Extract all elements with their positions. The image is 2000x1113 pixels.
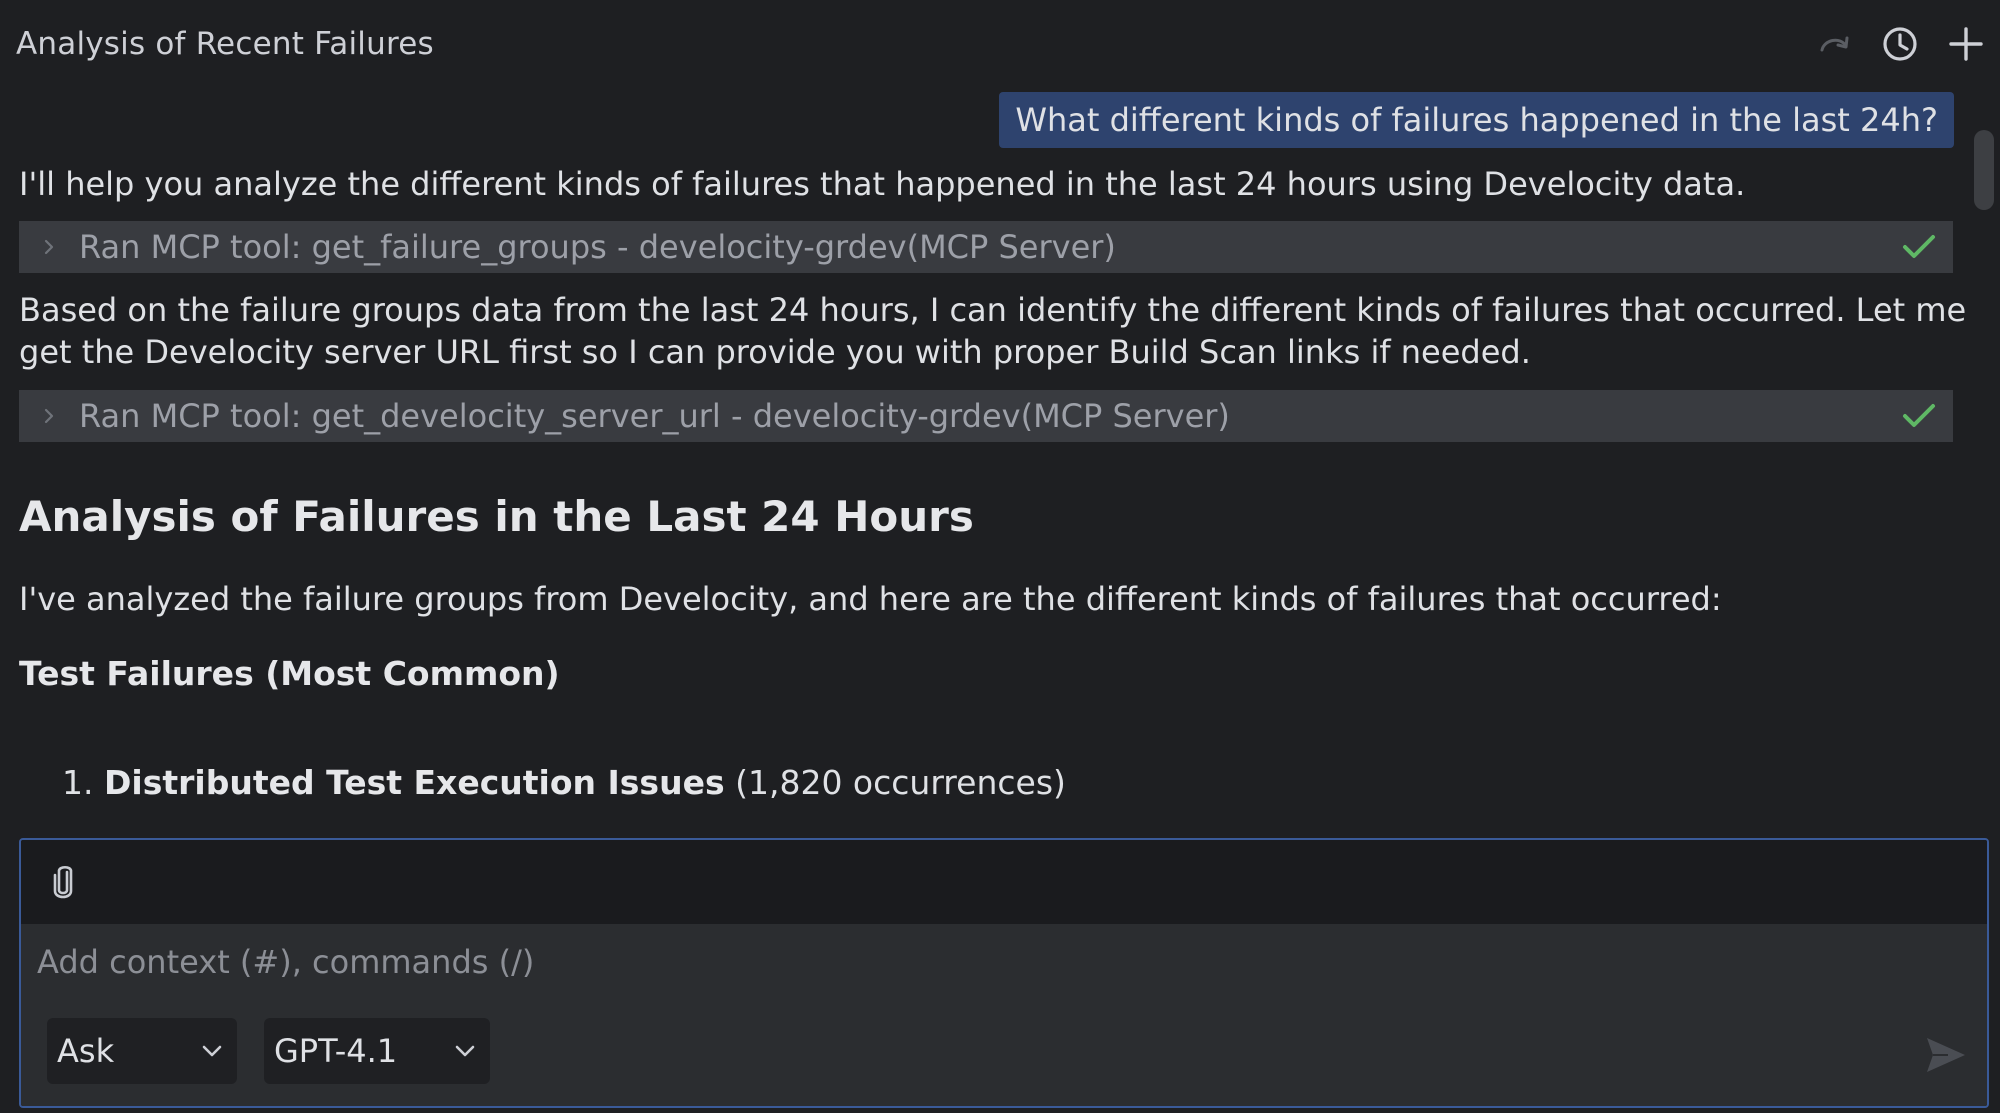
chat-composer: Ask GPT-4.1	[19, 838, 1989, 1108]
list-item-detail: (1,820 occurrences)	[735, 763, 1066, 802]
section-heading: Analysis of Failures in the Last 24 Hour…	[19, 492, 974, 541]
tool-call-label: Ran MCP tool: get_develocity_server_url …	[79, 397, 1230, 435]
user-message: What different kinds of failures happene…	[999, 92, 1954, 148]
tool-call-row[interactable]: Ran MCP tool: get_failure_groups - devel…	[19, 221, 1953, 273]
chevron-right-icon[interactable]	[19, 390, 79, 442]
page-title: Analysis of Recent Failures	[16, 26, 434, 62]
chat-panel: Analysis of Recent Failures What differe…	[0, 0, 2000, 1113]
chevron-down-icon	[197, 1036, 227, 1066]
history-icon[interactable]	[1880, 24, 1920, 64]
send-button[interactable]	[1921, 1030, 1971, 1080]
tool-call-row[interactable]: Ran MCP tool: get_develocity_server_url …	[19, 390, 1953, 442]
list-item: 1. Distributed Test Execution Issues (1,…	[62, 763, 1066, 802]
model-select-value: GPT-4.1	[274, 1032, 398, 1070]
assistant-paragraph-line: Based on the failure groups data from th…	[19, 291, 1967, 329]
plus-icon[interactable]	[1946, 24, 1986, 64]
scrollbar-thumb[interactable]	[1974, 130, 1994, 210]
tool-call-label: Ran MCP tool: get_failure_groups - devel…	[79, 228, 1116, 266]
list-item-number: 1.	[62, 763, 94, 802]
paperclip-icon[interactable]	[43, 862, 83, 902]
chevron-down-icon	[450, 1036, 480, 1066]
mode-select-value: Ask	[57, 1032, 115, 1070]
panel-header: Analysis of Recent Failures	[0, 0, 2000, 92]
assistant-intro: I'll help you analyze the different kind…	[19, 165, 1746, 203]
analysis-intro: I've analyzed the failure groups from De…	[19, 580, 1722, 618]
redo-icon[interactable]	[1814, 24, 1854, 64]
check-icon	[1889, 390, 1949, 442]
list-item-title: Distributed Test Execution Issues	[104, 763, 725, 802]
subsection-title: Test Failures (Most Common)	[19, 654, 560, 693]
model-select[interactable]: GPT-4.1	[264, 1018, 490, 1084]
mode-select[interactable]: Ask	[47, 1018, 237, 1084]
chevron-right-icon[interactable]	[19, 221, 79, 273]
composer-toolbar: Ask GPT-4.1	[21, 1000, 1987, 1106]
assistant-paragraph-line: get the Develocity server URL first so I…	[19, 333, 1531, 371]
composer-attachments-bar	[21, 840, 1987, 924]
check-icon	[1889, 221, 1949, 273]
send-icon	[1927, 1038, 1965, 1072]
chat-input[interactable]	[21, 924, 1987, 1000]
header-actions	[1814, 24, 1986, 64]
